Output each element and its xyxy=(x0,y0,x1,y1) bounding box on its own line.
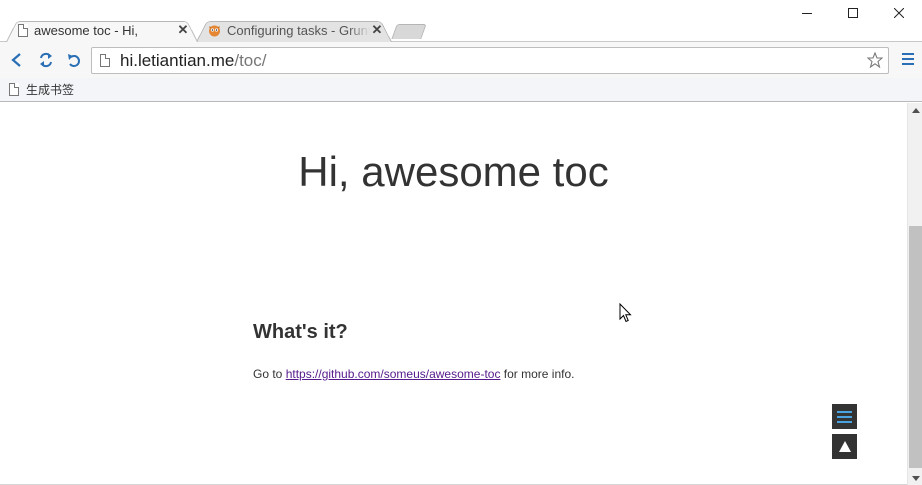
minimize-icon[interactable] xyxy=(784,0,830,26)
menu-icon[interactable] xyxy=(901,52,915,66)
back-button[interactable] xyxy=(7,50,27,70)
page-title: Hi, awesome toc xyxy=(298,148,609,195)
bookmarks-bar: 生成书签 xyxy=(0,78,922,102)
tab-title: awesome toc - Hi, xyxy=(34,22,139,38)
page-icon xyxy=(9,83,19,96)
page-icon xyxy=(18,23,28,37)
reload-icon xyxy=(40,52,52,68)
toc-toggle-button[interactable] xyxy=(832,404,857,429)
undo-button[interactable] xyxy=(64,50,84,70)
tab-close-icon[interactable]: ✕ xyxy=(370,22,384,38)
page-icon xyxy=(100,54,110,67)
text-after: for more info. xyxy=(500,367,575,381)
window-controls xyxy=(784,0,922,26)
bookmark-item[interactable]: 生成书签 xyxy=(9,81,74,98)
triangle-up-icon xyxy=(838,441,851,452)
scroll-up-arrow-icon[interactable] xyxy=(908,103,922,117)
tab-awesome-toc[interactable]: awesome toc - Hi, ✕ xyxy=(6,18,198,42)
tab-configuring-tasks[interactable]: Configuring tasks - Grunt ✕ xyxy=(196,18,392,42)
scroll-to-top-button[interactable] xyxy=(832,434,857,459)
url-host: hi.letiantian.me xyxy=(120,50,235,70)
vertical-scrollbar[interactable] xyxy=(907,103,922,485)
bookmark-star-icon[interactable] xyxy=(866,51,884,73)
close-window-icon[interactable] xyxy=(876,0,922,26)
list-icon xyxy=(837,410,852,423)
tab-close-icon[interactable]: ✕ xyxy=(176,22,190,38)
toolbar: hi.letiantian.me/toc/ xyxy=(0,42,922,78)
tab-title: Configuring tasks - Grunt xyxy=(227,22,370,38)
bookmark-label: 生成书签 xyxy=(26,83,75,97)
address-bar[interactable]: hi.letiantian.me/toc/ xyxy=(91,47,889,74)
new-tab-button[interactable] xyxy=(391,24,427,39)
mouse-cursor-icon xyxy=(619,302,632,328)
back-arrow-icon xyxy=(11,53,21,67)
grunt-icon xyxy=(208,24,221,37)
github-link[interactable]: https://github.com/someus/awesome-toc xyxy=(286,367,501,381)
page-viewport: Hi, awesome toc What's it? Go to https:/… xyxy=(0,103,922,485)
section-heading: What's it? xyxy=(253,321,348,343)
scrollbar-thumb[interactable] xyxy=(909,226,922,468)
url-path: /toc/ xyxy=(234,50,267,70)
reload-button[interactable] xyxy=(36,50,56,70)
undo-icon xyxy=(68,54,80,67)
scroll-down-arrow-icon[interactable] xyxy=(908,471,922,485)
maximize-icon[interactable] xyxy=(830,0,876,26)
section-text: Go to https://github.com/someus/awesome-… xyxy=(253,367,574,381)
title-bar: awesome toc - Hi, ✕ Configuring tasks - … xyxy=(0,0,922,42)
text-before: Go to xyxy=(253,367,286,381)
